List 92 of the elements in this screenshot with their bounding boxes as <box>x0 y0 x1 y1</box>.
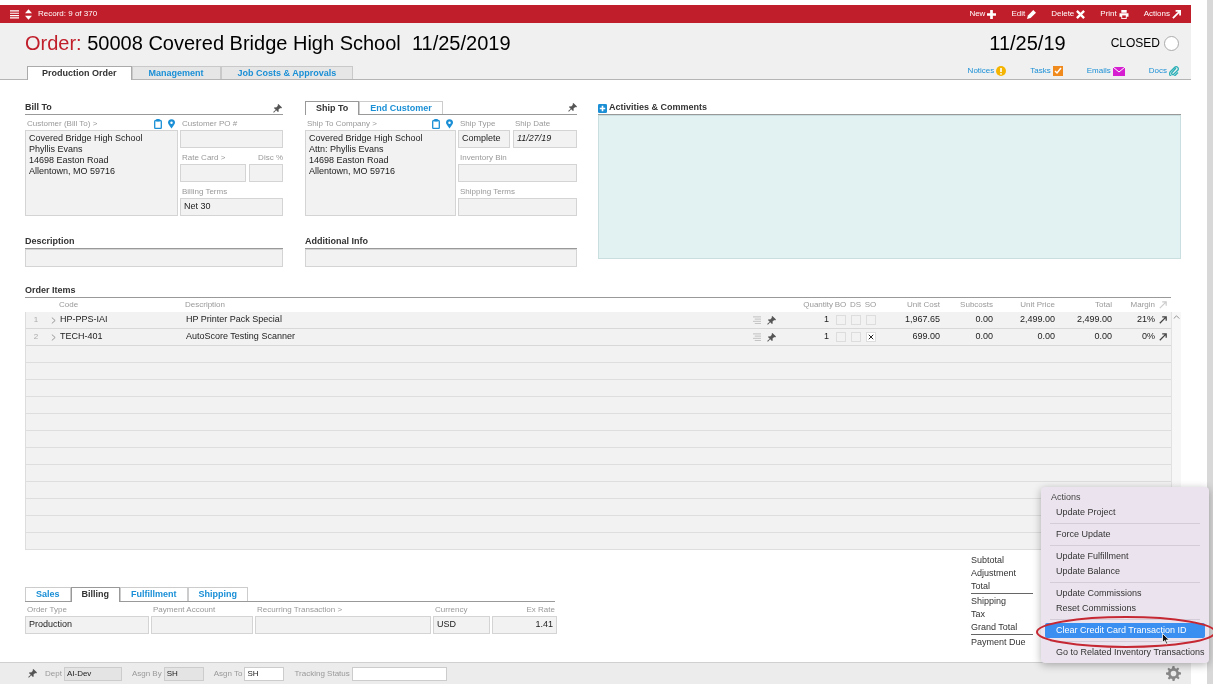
table-cell-text: 0% <box>1141 330 1155 344</box>
field-label: Shipping Terms <box>459 185 516 198</box>
tab[interactable]: Production Order <box>27 66 132 80</box>
field-label: Rate Card > <box>181 151 227 164</box>
field-label: Disc % <box>257 151 283 164</box>
total-label: Payment Due <box>971 636 1027 649</box>
column-header: Quantity <box>802 299 833 311</box>
menu-item[interactable]: Update Fulfillment <box>1045 549 1205 564</box>
column-header: DS <box>848 299 863 311</box>
toolbar-button[interactable]: New <box>969 8 997 20</box>
menu-item[interactable]: Reset Commissions <box>1045 601 1205 616</box>
section-heading: Additional Info <box>305 235 368 249</box>
table-cell-text: HP Printer Pack Special <box>186 313 283 327</box>
tab[interactable]: Shipping <box>187 587 249 601</box>
input-field[interactable]: Complete <box>458 130 510 148</box>
table-cell-text: 699.00 <box>911 330 940 344</box>
section-heading: Activities & Comments <box>609 101 708 115</box>
section-heading: Bill To <box>25 101 53 115</box>
menu-item[interactable]: Update Commissions <box>1045 586 1205 601</box>
total-label: Grand Total <box>971 621 1019 634</box>
toolbar-button[interactable]: Delete <box>1051 8 1086 20</box>
menu-item[interactable]: Update Balance <box>1045 564 1205 579</box>
table-cell-text: 2,499.00 <box>1018 313 1055 327</box>
address-field[interactable]: Covered Bridge High School Attn: Phyllis Evans 14698 Easton Road Allentown, MO 59716 <box>305 130 456 216</box>
section-heading: Description <box>25 235 75 249</box>
status-label: CLOSED <box>1110 35 1160 52</box>
column-header: BO <box>833 299 848 311</box>
field-label: Ship To Company > <box>306 117 378 130</box>
input-field[interactable]: Production <box>25 616 149 634</box>
table-cell-text: HP-PPS-IAI <box>60 313 109 327</box>
field-label: Customer (Bill To) > <box>26 117 99 130</box>
table-cell-text: AutoScore Testing Scanner <box>186 330 296 344</box>
input-field[interactable]: SH <box>244 666 285 681</box>
field-label: Ex Rate <box>525 603 556 616</box>
record-date: 11/25/19 <box>989 31 1066 56</box>
menu-item[interactable]: Update Project <box>1045 505 1205 520</box>
table-cell-text: 1 <box>823 330 830 344</box>
table-cell-text: TECH-401 <box>60 330 104 344</box>
column-header: Code <box>59 299 80 311</box>
column-header: SO <box>863 299 878 311</box>
table-cell-text: 1 <box>823 313 830 327</box>
field-label: Recurring Transaction > <box>256 603 344 616</box>
address-field[interactable]: Covered Bridge High School Phyllis Evans 14698 Easton Road Allentown, MO 59716 <box>25 130 178 216</box>
menu-item[interactable]: Go to Related Inventory Transactions <box>1045 645 1205 660</box>
total-label: Subtotal <box>971 554 1006 567</box>
column-header: Margin <box>1129 299 1155 311</box>
tab[interactable]: Ship To <box>305 101 360 115</box>
record-title: Order: 50008 Covered Bridge High School 11/25/2019 <box>25 31 511 56</box>
input-field[interactable]: USD <box>433 616 490 634</box>
tab[interactable]: Billing <box>70 587 121 602</box>
row-number: 2 <box>32 331 40 343</box>
input-field[interactable]: 11/27/19 <box>513 130 577 148</box>
toolbar-button[interactable]: Actions <box>1143 8 1181 20</box>
column-header: Unit Price <box>1019 299 1055 311</box>
table-cell-text: 0.00 <box>1093 330 1112 344</box>
field-label: Ship Type <box>459 117 497 130</box>
column-header: Unit Cost <box>906 299 940 311</box>
toolbar-button[interactable]: Edit <box>1011 8 1037 20</box>
field-label: Asgn To <box>213 667 243 680</box>
column-header: Total <box>1094 299 1112 311</box>
field-label: Asgn By <box>131 667 162 680</box>
column-header: Description <box>185 299 226 311</box>
field-label: Tracking Status <box>294 667 350 680</box>
field-label: Customer PO # <box>181 117 239 130</box>
record-counter: Record: 9 of 370 <box>38 8 98 20</box>
total-label: Total <box>971 580 991 593</box>
toolbar-button[interactable]: Print <box>1100 8 1129 20</box>
table-cell-text: 0.00 <box>974 313 993 327</box>
menu-title: Actions <box>1050 490 1082 504</box>
total-label: Shipping <box>971 595 1008 608</box>
table-cell-text: 2,499.00 <box>1075 313 1112 327</box>
table-cell-text: 0.00 <box>1036 330 1055 344</box>
menu-item[interactable]: Force Update <box>1045 527 1205 542</box>
field-label: Inventory Bin <box>459 151 508 164</box>
field-label: Currency <box>434 603 469 616</box>
tab[interactable]: Fulfillment <box>120 587 188 601</box>
table-cell-text: 21% <box>1136 313 1155 327</box>
input-field[interactable]: Net 30 <box>180 198 283 216</box>
total-label: Adjustment <box>971 567 1018 580</box>
tab[interactable]: Sales <box>25 587 71 601</box>
field-label: Dept <box>45 667 62 680</box>
field-label: Order Type <box>26 603 68 616</box>
total-label: Tax <box>971 608 986 621</box>
table-cell-text: 1,967.65 <box>903 313 940 327</box>
field-label: Payment Account <box>152 603 217 616</box>
tab[interactable]: End Customer <box>359 101 443 114</box>
section-heading: Order Items <box>25 284 76 298</box>
column-header: Subcosts <box>959 299 993 311</box>
field-label: Ship Date <box>514 117 552 130</box>
input-field[interactable]: 1.41 <box>492 616 557 634</box>
table-cell-text: 0.00 <box>974 330 993 344</box>
field-label: Billing Terms <box>181 185 229 198</box>
